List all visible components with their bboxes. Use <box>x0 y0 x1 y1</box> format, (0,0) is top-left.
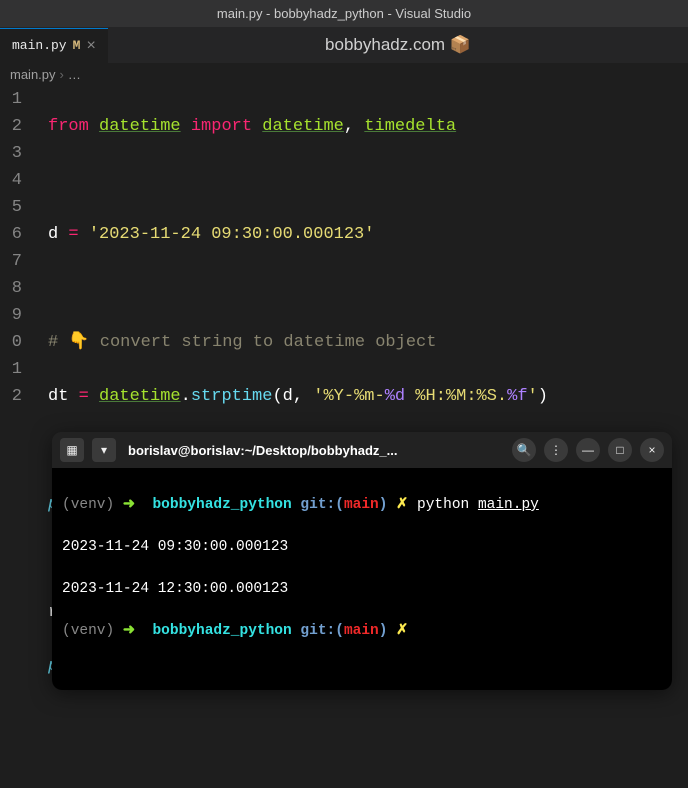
line-gutter: 1 2 3 4 5 6 7 8 9 0 1 2 <box>0 86 30 788</box>
terminal-window: ▦ ▾ borislav@borislav:~/Desktop/bobbyhad… <box>52 432 672 690</box>
watermark-text: bobbyhadz.com 📦 <box>108 35 688 55</box>
tab-bar: main.py M × bobbyhadz.com 📦 <box>0 27 688 63</box>
terminal-body[interactable]: (venv) ➜ bobbyhadz_python git:(main) ✗ p… <box>52 468 672 690</box>
new-tab-button[interactable]: ▦ <box>60 438 84 462</box>
terminal-title: borislav@borislav:~/Desktop/bobbyhadz_..… <box>124 443 504 458</box>
close-icon[interactable]: × <box>640 438 664 462</box>
dropdown-button[interactable]: ▾ <box>92 438 116 462</box>
terminal-titlebar: ▦ ▾ borislav@borislav:~/Desktop/bobbyhad… <box>52 432 672 468</box>
menu-icon[interactable]: ⋮ <box>544 438 568 462</box>
search-icon[interactable]: 🔍 <box>512 438 536 462</box>
maximize-icon[interactable]: □ <box>608 438 632 462</box>
tab-modified-indicator: M <box>73 38 81 53</box>
chevron-right-icon: › <box>60 67 64 82</box>
breadcrumb-file: main.py <box>10 67 56 82</box>
tab-label: main.py <box>12 38 67 53</box>
close-icon[interactable]: × <box>86 37 96 55</box>
file-tab[interactable]: main.py M × <box>0 28 108 63</box>
title-bar: main.py - bobbyhadz_python - Visual Stud… <box>0 0 688 27</box>
minimize-icon[interactable]: — <box>576 438 600 462</box>
breadcrumb-more: … <box>68 67 81 82</box>
breadcrumb[interactable]: main.py › … <box>0 63 688 86</box>
